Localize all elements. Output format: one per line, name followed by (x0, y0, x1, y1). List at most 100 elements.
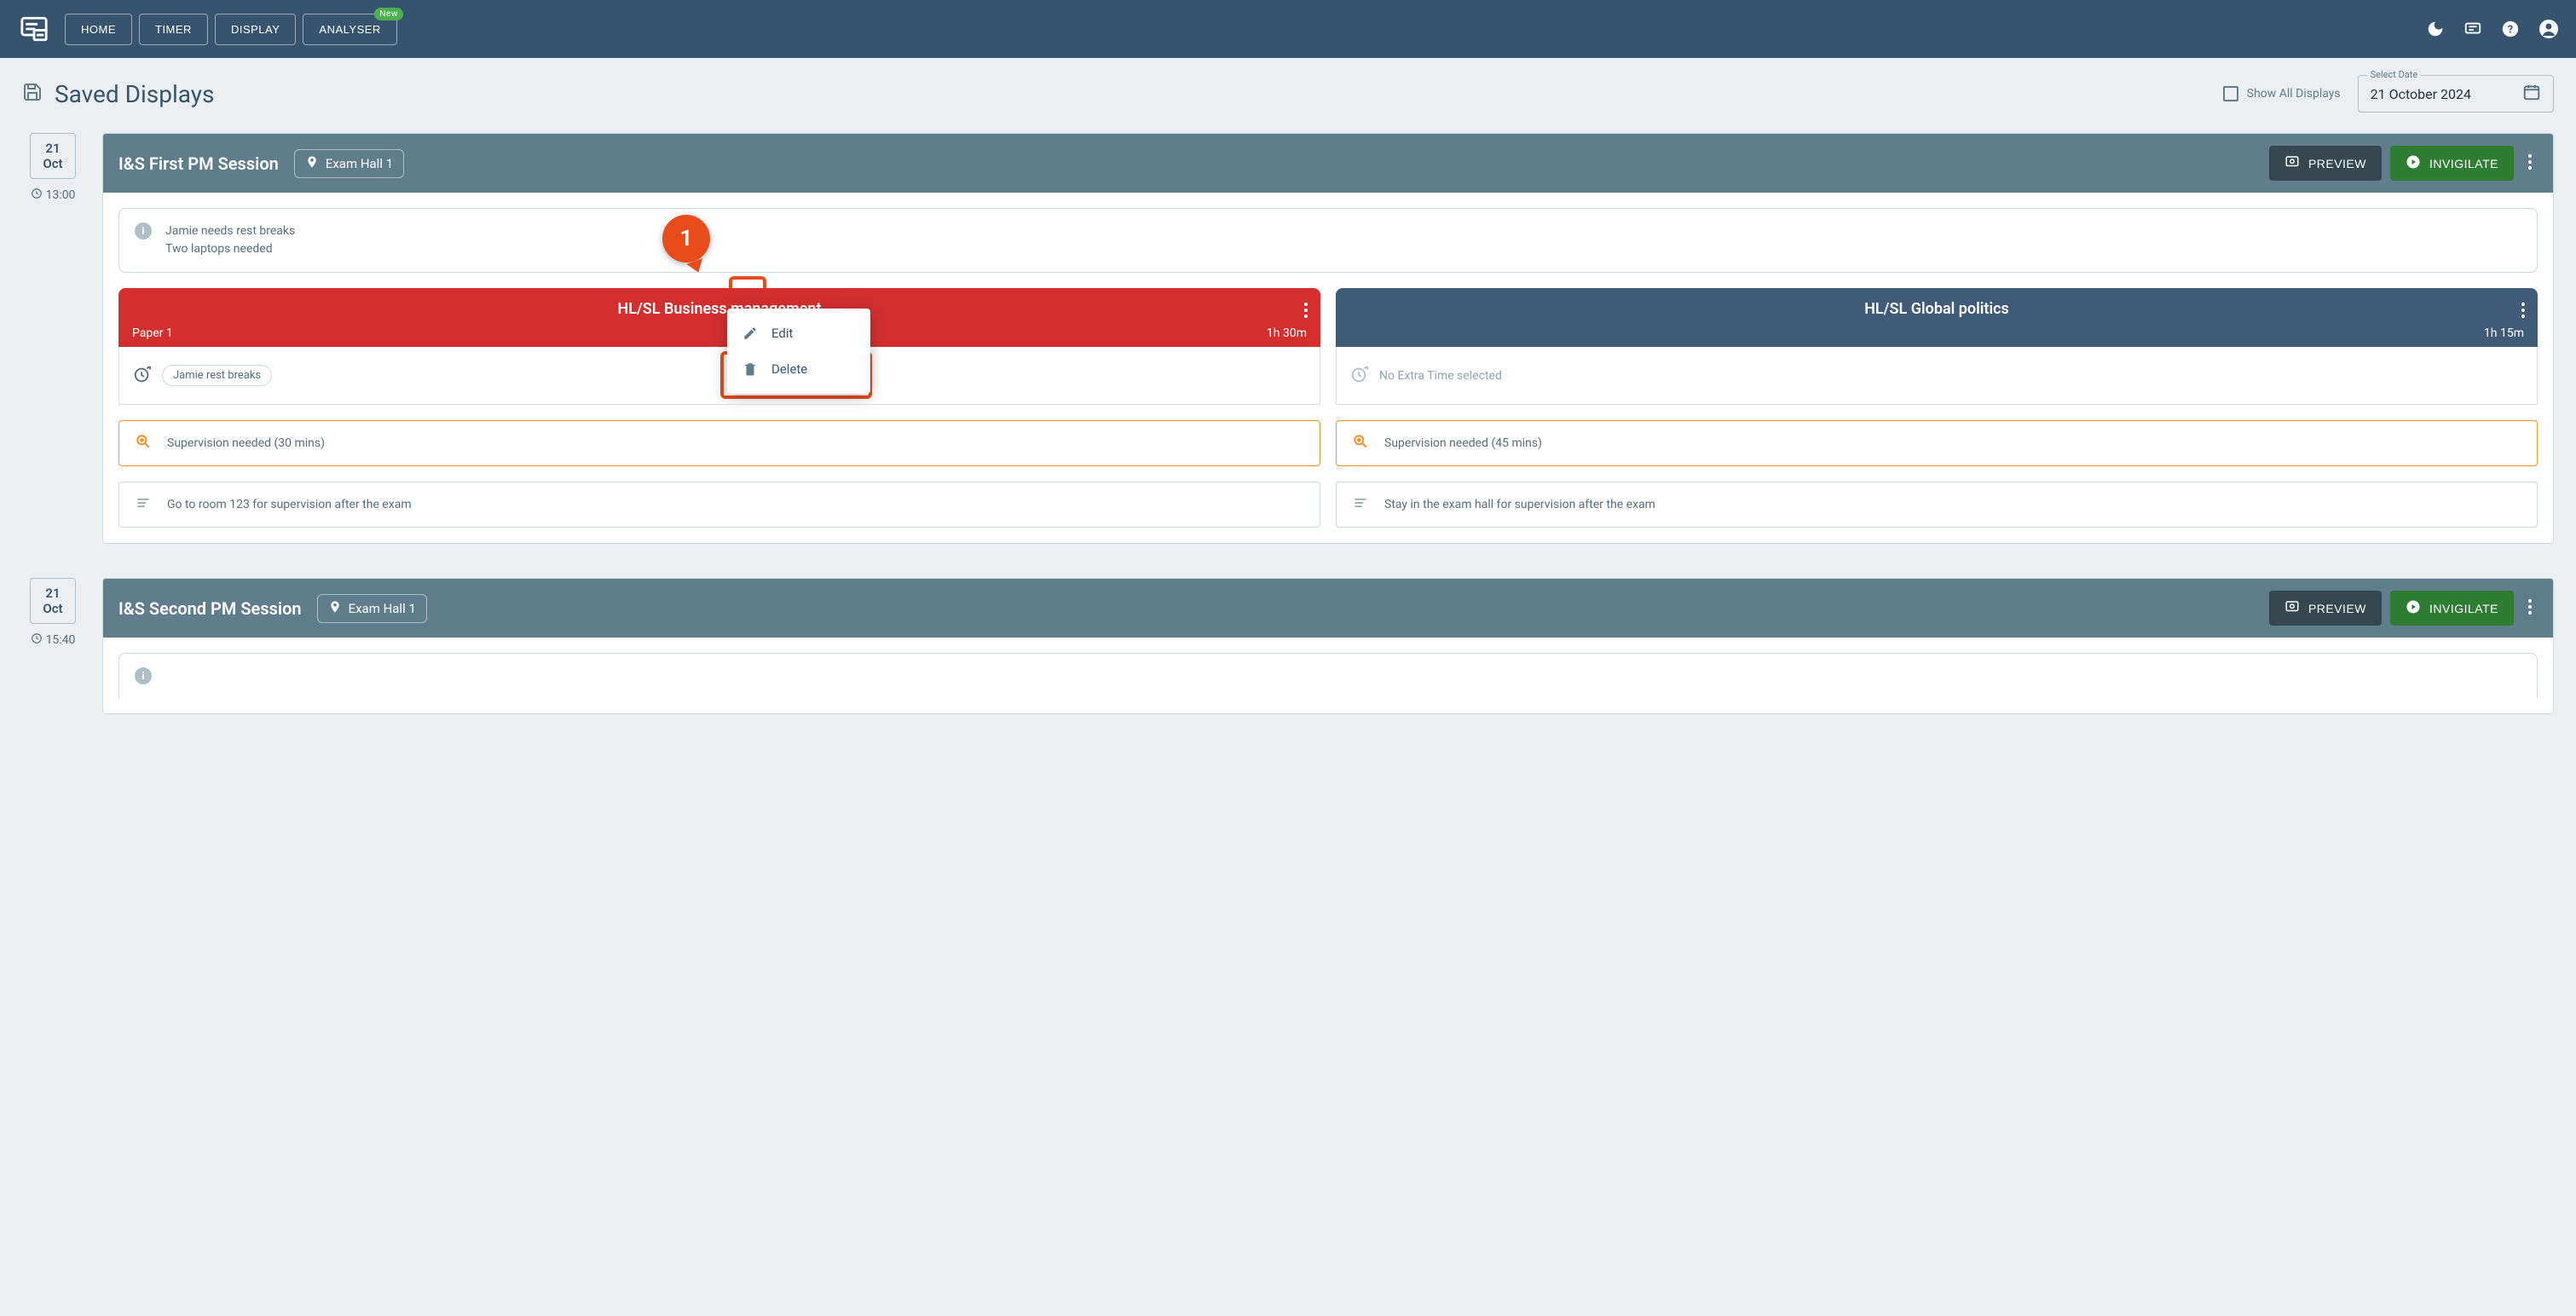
invigilate-button[interactable]: INVIGILATE (2390, 591, 2514, 626)
date-day: 21 (43, 586, 62, 601)
add-time-icon[interactable] (1350, 365, 1369, 387)
menu-edit[interactable]: Edit (727, 315, 870, 351)
invigilate-button[interactable]: INVIGILATE (2390, 146, 2514, 181)
preview-icon (2284, 154, 2300, 172)
page: Saved Displays Show All Displays Select … (0, 58, 2576, 765)
notes-icon (1352, 494, 1369, 515)
date-select-label: Select Date (2367, 69, 2422, 80)
card-header: I&S First PM Session Exam Hall 1 PREVIEW (103, 134, 2553, 193)
hall-label: Exam Hall 1 (326, 156, 393, 171)
save-icon (22, 80, 43, 108)
session-title: I&S Second PM Session (118, 598, 302, 619)
nav-buttons: HOME TIMER DISPLAY ANALYSER New (65, 14, 397, 45)
preview-icon (2284, 599, 2300, 617)
date-select[interactable]: Select Date 21 October 2024 (2358, 75, 2554, 113)
zoom-icon (135, 433, 152, 453)
exam-sub: 1h 15m (1349, 326, 2524, 340)
show-all-toggle[interactable]: Show All Displays (2223, 86, 2341, 101)
supervision-box: Supervision needed (30 mins) (118, 420, 1320, 466)
exam-col: HL/SL Global politics 1h 15m (1336, 288, 2538, 528)
card-header-left: I&S First PM Session Exam Hall 1 (118, 149, 404, 178)
add-time-icon[interactable] (133, 365, 152, 387)
nav-analyser-label: ANALYSER (319, 23, 380, 36)
help-icon[interactable]: ? (2501, 20, 2520, 38)
menu-delete[interactable]: Delete (727, 351, 870, 387)
preview-button[interactable]: PREVIEW (2269, 591, 2382, 626)
exam-header: HL/SL Business management Paper 1 1h 30m (118, 288, 1320, 347)
session-more-icon[interactable] (2522, 595, 2538, 622)
card-header-left: I&S Second PM Session Exam Hall 1 (118, 594, 427, 623)
invigilate-label: INVIGILATE (2429, 157, 2498, 170)
info-text: Jamie needs rest breaks Two laptops need… (165, 222, 295, 258)
display-card: I&S First PM Session Exam Hall 1 PREVIEW (102, 133, 2554, 544)
exam-more-icon[interactable] (2517, 298, 2529, 326)
date-select-value: 21 October 2024 (2371, 86, 2471, 102)
hall-label: Exam Hall 1 (349, 601, 416, 616)
card-header: I&S Second PM Session Exam Hall 1 PREVIE… (103, 579, 2553, 638)
info-box: i Jamie needs rest breaks Two laptops ne… (118, 208, 2538, 273)
hall-chip[interactable]: Exam Hall 1 (294, 149, 404, 178)
note-box: Stay in the exam hall for supervision af… (1336, 482, 2538, 528)
dark-mode-icon[interactable] (2426, 20, 2445, 38)
nav-home[interactable]: HOME (65, 14, 132, 45)
exam-header: HL/SL Global politics 1h 15m (1336, 288, 2538, 347)
clock-icon (31, 632, 43, 648)
chat-icon[interactable] (2463, 20, 2482, 38)
nav-timer[interactable]: TIMER (139, 14, 208, 45)
clock-icon (31, 188, 43, 203)
supervision-box: Supervision needed (45 mins) (1336, 420, 2538, 466)
location-icon (305, 155, 319, 172)
nav-display[interactable]: DISPLAY (215, 14, 296, 45)
info-icon: i (135, 222, 152, 240)
callout-1: 1 (662, 215, 710, 263)
account-icon[interactable] (2538, 19, 2559, 39)
date-day: 21 (43, 141, 62, 156)
time-row: 13:00 (31, 188, 76, 203)
topbar-left: HOME TIMER DISPLAY ANALYSER New (17, 13, 397, 45)
session-more-icon[interactable] (2522, 150, 2538, 177)
display-row: 21 Oct 13:00 I&S First PM Session (22, 133, 2554, 544)
app-logo[interactable] (17, 13, 51, 45)
zoom-icon (1352, 433, 1369, 453)
play-icon (2406, 154, 2421, 172)
session-title: I&S First PM Session (118, 153, 279, 174)
svg-text:?: ? (2508, 24, 2513, 37)
exam-body: Jamie rest breaks (118, 347, 1320, 405)
info-icon: i (135, 667, 152, 684)
card-body: i Jamie needs rest breaks Two laptops ne… (103, 193, 2553, 543)
time-row: 15:40 (31, 632, 76, 648)
exam-card: HL/SL Business management Paper 1 1h 30m (118, 288, 1320, 405)
date-col: 21 Oct 15:40 (22, 578, 84, 714)
date-month: Oct (43, 156, 62, 171)
exam-duration: 1h 15m (2484, 326, 2524, 340)
page-header-right: Show All Displays Select Date 21 October… (2223, 75, 2554, 113)
display-row: 21 Oct 15:40 I&S Second PM Session (22, 578, 2554, 714)
time-label: 15:40 (46, 633, 76, 647)
play-icon (2406, 599, 2421, 617)
nav-analyser[interactable]: ANALYSER New (303, 14, 396, 45)
card-header-right: PREVIEW INVIGILATE (2269, 146, 2538, 181)
exam-more-icon[interactable] (1300, 298, 1312, 326)
preview-button[interactable]: PREVIEW (2269, 146, 2382, 181)
date-col: 21 Oct 13:00 (22, 133, 84, 544)
page-title-wrap: Saved Displays (22, 80, 215, 108)
checkbox-icon (2223, 86, 2238, 101)
exam-duration: 1h 30m (1267, 326, 1307, 340)
date-box: 21 Oct (30, 133, 75, 179)
card-header-right: PREVIEW INVIGILATE (2269, 591, 2538, 626)
notes-icon (135, 494, 152, 515)
date-month: Oct (43, 601, 62, 616)
extra-time-chip[interactable]: Jamie rest breaks (162, 365, 272, 386)
menu-delete-label: Delete (771, 361, 807, 377)
topbar: HOME TIMER DISPLAY ANALYSER New ? (0, 0, 2576, 58)
no-extra-label: No Extra Time selected (1379, 369, 1502, 383)
exam-grid: 1 2 Edit Delete (118, 288, 2538, 528)
hall-chip[interactable]: Exam Hall 1 (317, 594, 427, 623)
invigilate-label: INVIGILATE (2429, 602, 2498, 615)
exam-card: HL/SL Global politics 1h 15m (1336, 288, 2538, 405)
page-title: Saved Displays (55, 80, 215, 108)
exam-col: HL/SL Business management Paper 1 1h 30m (118, 288, 1320, 528)
exam-paper: Paper 1 (132, 326, 173, 340)
note-text: Go to room 123 for supervision after the… (167, 498, 412, 511)
supervision-text: Supervision needed (45 mins) (1384, 436, 1542, 450)
